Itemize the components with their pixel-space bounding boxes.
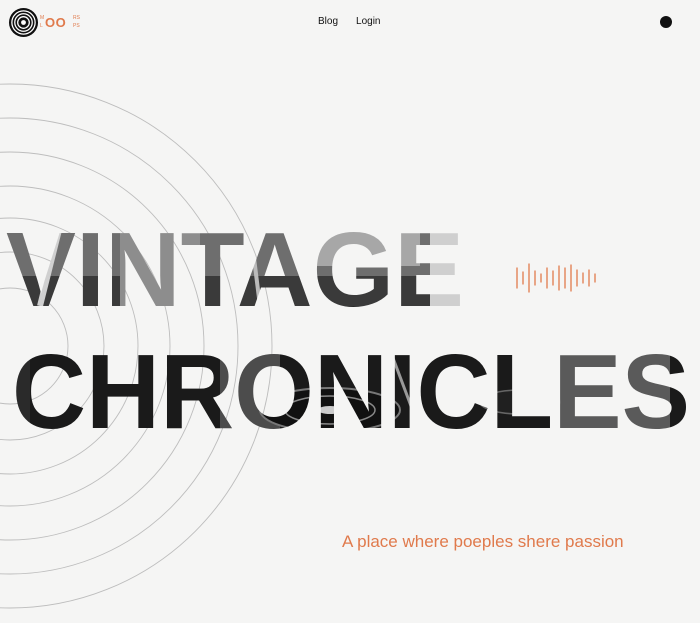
hero-tagline: A place where poeples shere passion xyxy=(342,532,624,551)
headline-line-1: VINTAGE xyxy=(6,211,464,329)
hero-headline: VINTAGE CHRONICLES xyxy=(6,211,690,451)
sound-wave-icon xyxy=(516,263,596,293)
headline-line-2: CHRONICLES xyxy=(12,333,690,451)
